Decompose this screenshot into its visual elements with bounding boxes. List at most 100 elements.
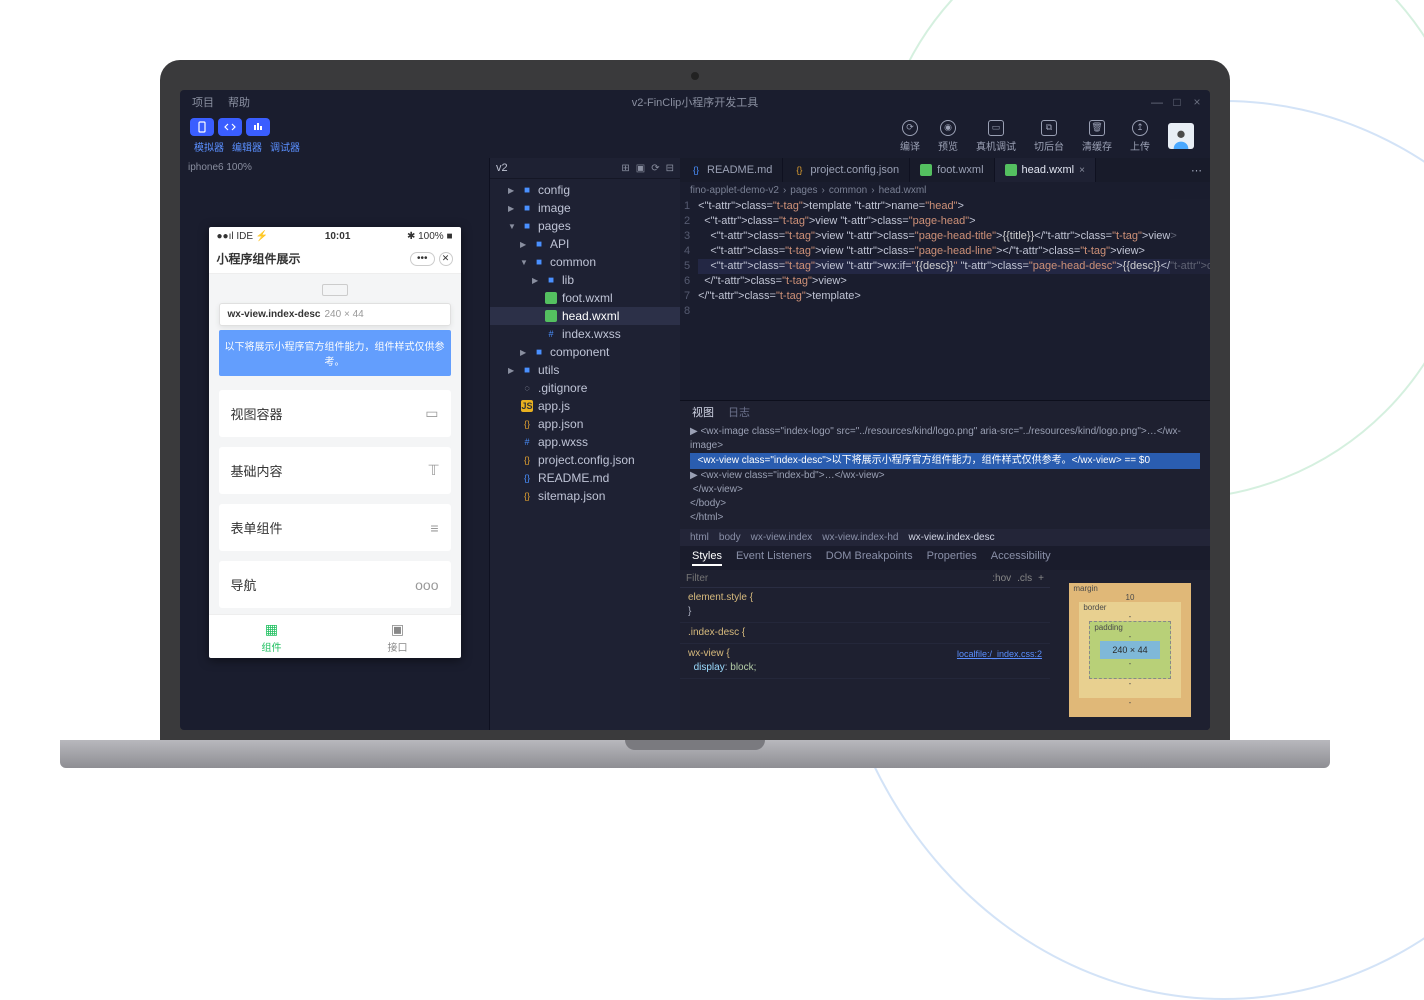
dom-crumb[interactable]: wx-view.index bbox=[751, 532, 813, 543]
devtools-subtab[interactable]: Styles bbox=[692, 550, 722, 566]
menu-project[interactable]: 项目 bbox=[192, 94, 214, 110]
crumb[interactable]: fino-applet-demo-v2 bbox=[690, 185, 779, 196]
tree-file[interactable]: JSapp.js bbox=[490, 397, 680, 415]
tree-folder[interactable]: ▶component bbox=[490, 343, 680, 361]
css-rule[interactable]: .index-desc {</span><br>&nbsp;&nbsp;<spa… bbox=[680, 623, 1050, 644]
editor-tab[interactable]: head.wxml× bbox=[995, 158, 1096, 182]
devtools-subtab[interactable]: Properties bbox=[927, 550, 977, 566]
tree-file[interactable]: ◌.gitignore bbox=[490, 379, 680, 397]
minimap[interactable] bbox=[1170, 199, 1210, 400]
devtools-tab-view[interactable]: 视图 bbox=[692, 404, 714, 420]
tree-file[interactable]: foot.wxml bbox=[490, 289, 680, 307]
grid-icon: ▦ bbox=[209, 621, 335, 638]
dom-tree[interactable]: ▶ <wx-image class="index-logo" src="../r… bbox=[680, 423, 1210, 529]
mode-editor-label: 编辑器 bbox=[232, 139, 262, 154]
inspect-tooltip: wx-view.index-desc240 × 44 bbox=[219, 303, 451, 326]
tree-file[interactable]: {}project.config.json bbox=[490, 451, 680, 469]
list-item[interactable]: 导航ooo bbox=[219, 561, 451, 608]
devtools-subtab[interactable]: DOM Breakpoints bbox=[826, 550, 913, 566]
tree-file[interactable]: #index.wxss bbox=[490, 325, 680, 343]
devtools-panel: 视图 日志 ▶ <wx-image class="index-logo" src… bbox=[680, 400, 1210, 730]
preview-button[interactable]: ◉预览 bbox=[938, 120, 958, 153]
capsule-close[interactable]: ✕ bbox=[439, 252, 453, 266]
box-model: margin 10 border - padding - bbox=[1050, 570, 1210, 730]
dom-crumb[interactable]: wx-view.index-desc bbox=[908, 532, 994, 543]
tree-folder[interactable]: ▼pages bbox=[490, 217, 680, 235]
tree-file[interactable]: head.wxml bbox=[490, 307, 680, 325]
close-icon[interactable]: × bbox=[1079, 165, 1085, 176]
cls-toggle[interactable]: .cls bbox=[1017, 573, 1032, 584]
tree-file[interactable]: {}README.md bbox=[490, 469, 680, 487]
dom-crumb[interactable]: html bbox=[690, 532, 709, 543]
code-editor[interactable]: 12345678 <"t-attr">class="t-tag">templat… bbox=[680, 199, 1210, 400]
window-close[interactable]: × bbox=[1190, 95, 1204, 109]
editor-tabs: {}README.md{}project.config.jsonfoot.wxm… bbox=[680, 158, 1210, 182]
app-window: 项目 帮助 v2-FinClip小程序开发工具 — □ × bbox=[180, 90, 1210, 730]
window-max[interactable]: □ bbox=[1170, 95, 1184, 109]
devtools-subtab[interactable]: Event Listeners bbox=[736, 550, 812, 566]
tree-file[interactable]: #app.wxss bbox=[490, 433, 680, 451]
highlighted-element: 以下将展示小程序官方组件能力，组件样式仅供参考。 bbox=[219, 330, 451, 376]
nav-icon: ooo bbox=[415, 577, 438, 593]
new-file-icon[interactable]: ⊞ bbox=[621, 163, 629, 174]
styles-filter-input[interactable] bbox=[680, 570, 986, 587]
remote-debug-button[interactable]: ▭真机调试 bbox=[976, 120, 1016, 153]
mode-simulator-label: 模拟器 bbox=[194, 139, 224, 154]
menu-help[interactable]: 帮助 bbox=[228, 94, 250, 110]
tree-folder[interactable]: ▼common bbox=[490, 253, 680, 271]
collapse-icon[interactable]: ⊟ bbox=[666, 163, 674, 174]
tabbar-api[interactable]: ▣接口 bbox=[335, 615, 461, 658]
mode-simulator-button[interactable] bbox=[190, 118, 214, 136]
add-rule-icon[interactable]: + bbox=[1038, 573, 1044, 584]
editor-tab[interactable]: {}project.config.json bbox=[783, 158, 910, 182]
laptop-frame: 项目 帮助 v2-FinClip小程序开发工具 — □ × bbox=[160, 60, 1230, 768]
compile-button[interactable]: ⟳编译 bbox=[900, 120, 920, 153]
chip-icon: ▣ bbox=[335, 621, 461, 638]
window-title: v2-FinClip小程序开发工具 bbox=[632, 94, 759, 110]
editor-tab[interactable]: {}README.md bbox=[680, 158, 783, 182]
background-button[interactable]: ⧉切后台 bbox=[1034, 120, 1064, 153]
hov-toggle[interactable]: :hov bbox=[992, 573, 1011, 584]
list-item[interactable]: 表单组件≡ bbox=[219, 504, 451, 551]
tree-file[interactable]: {}sitemap.json bbox=[490, 487, 680, 505]
devtools-tab-log[interactable]: 日志 bbox=[728, 404, 750, 420]
css-rule[interactable]: element.style {} bbox=[680, 588, 1050, 623]
mode-debugger-button[interactable] bbox=[246, 118, 270, 136]
tabbar-components[interactable]: ▦组件 bbox=[209, 615, 335, 658]
explorer-root-label: v2 bbox=[496, 162, 508, 174]
capsule-menu[interactable]: ••• bbox=[410, 252, 435, 266]
list-item[interactable]: 视图容器▭ bbox=[219, 390, 451, 437]
crumb[interactable]: common bbox=[829, 185, 867, 196]
devtools-subtab[interactable]: Accessibility bbox=[991, 550, 1051, 566]
file-explorer: v2 ⊞ ▣ ⟳ ⊟ ▶config▶image▼pages▶API▼commo… bbox=[490, 158, 680, 730]
styles-pane: :hov .cls + element.style {}.index-desc … bbox=[680, 570, 1050, 730]
css-rule[interactable]: wx-view {localfile:/_index.css:2 display… bbox=[680, 644, 1050, 679]
more-icon[interactable]: ⋯ bbox=[1183, 164, 1210, 177]
dom-crumb[interactable]: wx-view.index-hd bbox=[822, 532, 898, 543]
mode-editor-button[interactable] bbox=[218, 118, 242, 136]
tree-folder[interactable]: ▶config bbox=[490, 181, 680, 199]
editor-tab[interactable]: foot.wxml bbox=[910, 158, 994, 182]
simulator-device-label: iphone6 100% bbox=[180, 158, 489, 177]
new-folder-icon[interactable]: ▣ bbox=[636, 163, 645, 174]
tree-folder[interactable]: ▶utils bbox=[490, 361, 680, 379]
tree-folder[interactable]: ▶lib bbox=[490, 271, 680, 289]
tree-folder[interactable]: ▶API bbox=[490, 235, 680, 253]
simulator-panel: iphone6 100% ●●ıl IDE ⚡ 10:01 ✱ 100% ■ 小… bbox=[180, 158, 490, 730]
tree-file[interactable]: {}app.json bbox=[490, 415, 680, 433]
upload-button[interactable]: ↥上传 bbox=[1130, 120, 1150, 153]
list-item[interactable]: 基础内容𝕋 bbox=[219, 447, 451, 494]
refresh-icon[interactable]: ⟳ bbox=[651, 163, 659, 174]
basic-content-icon: 𝕋 bbox=[429, 462, 439, 479]
clear-cache-button[interactable]: 🗑清缓存 bbox=[1082, 120, 1112, 153]
crumb[interactable]: pages bbox=[790, 185, 817, 196]
phone-preview: ●●ıl IDE ⚡ 10:01 ✱ 100% ■ 小程序组件展示 ••• ✕ bbox=[209, 227, 461, 658]
crumb[interactable]: head.wxml bbox=[879, 185, 927, 196]
breadcrumb: fino-applet-demo-v2›pages›common›head.wx… bbox=[680, 182, 1210, 199]
mode-debugger-label: 调试器 bbox=[270, 139, 300, 154]
tree-folder[interactable]: ▶image bbox=[490, 199, 680, 217]
mini-app-title: 小程序组件展示 bbox=[217, 250, 301, 267]
window-min[interactable]: — bbox=[1150, 95, 1164, 109]
user-avatar[interactable] bbox=[1168, 123, 1194, 149]
dom-crumb[interactable]: body bbox=[719, 532, 741, 543]
